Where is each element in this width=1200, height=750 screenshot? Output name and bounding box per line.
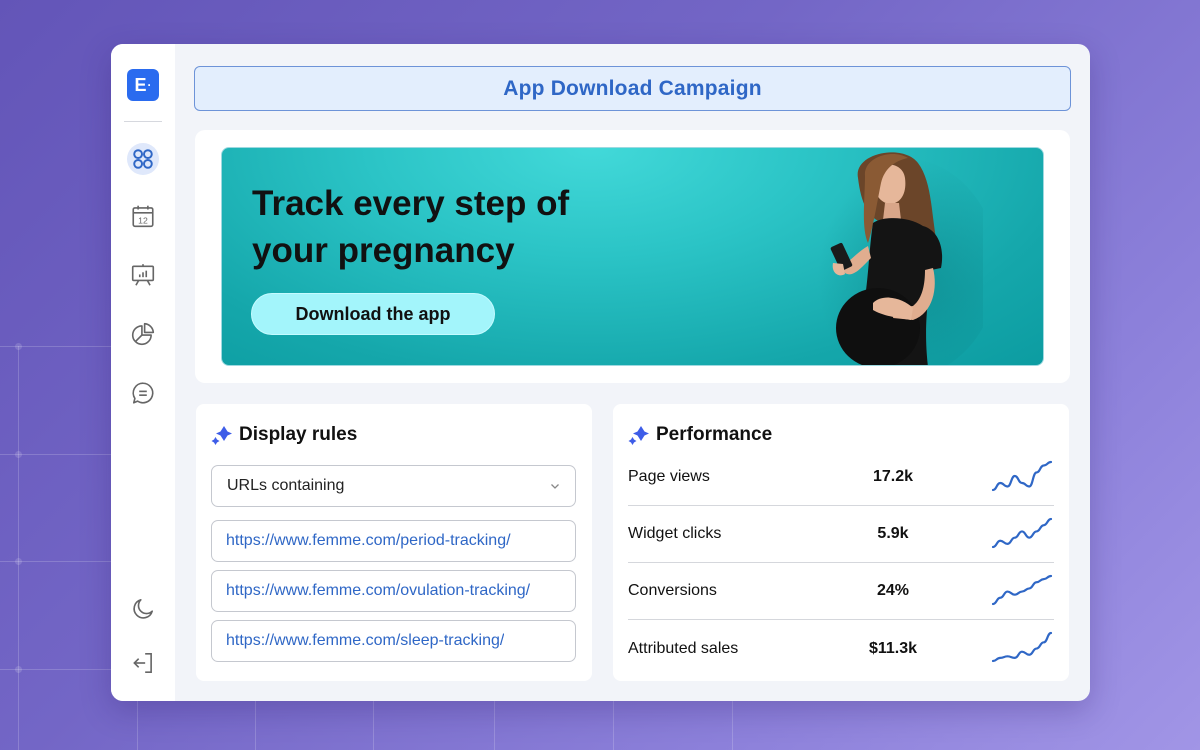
- calendar-day: 12: [138, 216, 148, 226]
- chevron-down-icon: [551, 484, 559, 489]
- url-rule-value: https://www.femme.com/period-tracking/: [226, 532, 511, 549]
- display-rules-card: Display rules URLs containing https://ww…: [196, 404, 592, 681]
- metric-value: 24%: [876, 582, 910, 599]
- main-content: App Download Campaign Track every step o…: [175, 44, 1090, 701]
- url-rule-input[interactable]: https://www.femme.com/ovulation-tracking…: [211, 570, 576, 612]
- headline-line-1: Track every step of: [252, 184, 570, 223]
- grid-line: [613, 701, 614, 750]
- performance-card: Performance Page views 17.2k Widget clic…: [613, 404, 1069, 681]
- grid-line: [18, 346, 19, 750]
- grid-node: [15, 558, 22, 565]
- metric-label: Page views: [628, 468, 710, 485]
- grid-line: [494, 701, 495, 750]
- sparkle-icon: [628, 426, 649, 445]
- url-rule-input[interactable]: https://www.femme.com/period-tracking/: [211, 520, 576, 562]
- sidebar-item-dashboard[interactable]: [127, 143, 159, 175]
- select-value: URLs containing: [227, 477, 345, 494]
- calendar-icon: 12: [132, 205, 154, 228]
- performance-header: Performance: [628, 424, 772, 446]
- grid-line: [0, 454, 120, 455]
- metric-row-attributed-sales: Attributed sales $11.3k: [628, 620, 1054, 677]
- logout-icon: [133, 652, 152, 674]
- url-rule-input[interactable]: https://www.femme.com/sleep-tracking/: [211, 620, 576, 662]
- campaign-banner: Track every step of your pregnancy Downl…: [221, 147, 1044, 366]
- dark-mode-toggle[interactable]: [127, 593, 159, 625]
- grid-line: [0, 561, 120, 562]
- grid-line: [255, 701, 256, 750]
- logo-letter: E: [134, 74, 147, 95]
- sparkline-conversions: [991, 574, 1053, 606]
- presentation-chart-icon: [131, 264, 155, 286]
- sparkline-path: [991, 517, 1053, 549]
- sidebar-item-calendar[interactable]: 12: [127, 200, 159, 232]
- metric-row-page-views: Page views 17.2k: [628, 449, 1054, 506]
- grid-node: [15, 343, 22, 350]
- sparkline-attributed-sales: [991, 631, 1053, 663]
- url-rule-value: https://www.femme.com/sleep-tracking/: [226, 632, 505, 649]
- metric-label: Conversions: [628, 582, 717, 599]
- sparkline-widget-clicks: [991, 517, 1053, 549]
- sparkle-icon: [211, 426, 232, 445]
- sparkline-path: [991, 631, 1053, 663]
- metric-label: Widget clicks: [628, 525, 722, 542]
- moon-icon: [133, 598, 154, 619]
- app-logo[interactable]: E ·: [127, 69, 159, 101]
- grid-node: [15, 451, 22, 458]
- download-app-button[interactable]: Download the app: [251, 293, 495, 335]
- metric-row-conversions: Conversions 24%: [628, 563, 1054, 620]
- display-rules-title: Display rules: [239, 424, 358, 445]
- grid-line: [732, 701, 733, 750]
- sidebar-divider: [124, 121, 162, 122]
- grid-line: [0, 346, 120, 347]
- metric-value: 5.9k: [877, 525, 909, 542]
- sparkline-path: [991, 574, 1053, 606]
- logout-button[interactable]: [127, 647, 159, 679]
- performance-title: Performance: [656, 424, 773, 445]
- sidebar-item-presentation[interactable]: [127, 259, 159, 291]
- metric-label: Attributed sales: [628, 639, 739, 657]
- metric-value: $11.3k: [868, 639, 918, 657]
- banner-preview-card: Track every step of your pregnancy Downl…: [195, 130, 1070, 383]
- chat-bubble-icon: [132, 382, 154, 404]
- campaign-title[interactable]: App Download Campaign: [194, 66, 1071, 111]
- sidebar-item-messages[interactable]: [127, 377, 159, 409]
- pie-chart-icon: [131, 322, 155, 346]
- sidebar: E · 12: [111, 44, 175, 701]
- sparkline-path: [991, 460, 1053, 492]
- url-rule-value: https://www.femme.com/ovulation-tracking…: [226, 582, 531, 599]
- grid-line: [137, 701, 138, 750]
- grid-line: [0, 669, 120, 670]
- app-window: E · 12 App Download Campaign Track every…: [111, 44, 1090, 701]
- grid-circles-icon: [133, 149, 153, 169]
- display-rules-header: Display rules: [211, 424, 357, 446]
- metric-value: 17.2k: [872, 468, 914, 485]
- sidebar-item-analytics[interactable]: [127, 318, 159, 350]
- url-condition-select[interactable]: URLs containing: [211, 465, 576, 507]
- sparkline-page-views: [991, 460, 1053, 492]
- pregnant-woman-photo: [808, 152, 983, 365]
- headline-line-2: your pregnancy: [252, 231, 515, 270]
- banner-headline: Track every step of your pregnancy: [252, 180, 632, 274]
- metric-row-widget-clicks: Widget clicks 5.9k: [628, 506, 1054, 563]
- grid-node: [15, 666, 22, 673]
- logo-dot: ·: [147, 78, 152, 92]
- grid-line: [373, 701, 374, 750]
